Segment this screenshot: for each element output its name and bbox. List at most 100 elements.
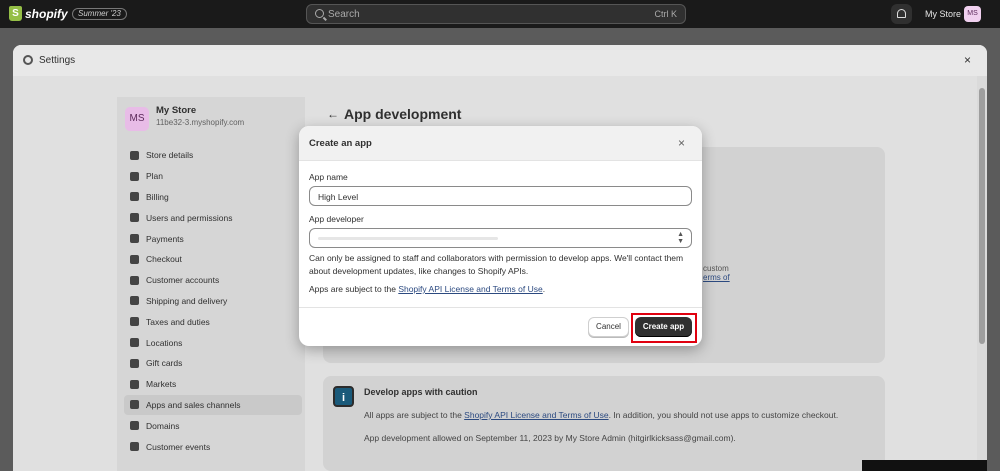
sidebar-item-label: Markets [146,379,177,390]
settings-title: Settings [39,55,76,66]
domain-icon [130,421,139,431]
bottom-strip [862,460,987,471]
app-developer-label: App developer [309,214,364,224]
close-settings-button[interactable]: × [964,53,971,67]
terms-prefix: Apps are subject to the [309,284,399,294]
cart-icon [130,254,139,264]
sidebar-item-label: Customer events [146,441,211,452]
gift-card-icon [130,358,139,368]
sidebar-item-users-and-permissions[interactable]: Users and permissions [124,207,302,228]
card-text-fragment: custom [703,264,729,273]
sidebar-item-payments[interactable]: Payments [124,228,302,249]
caution-card: i Develop apps with caution All apps are… [323,376,885,471]
caution-allowed-text: App development allowed on September 11,… [364,433,736,443]
events-icon [130,442,139,452]
scrollbar[interactable] [977,76,987,471]
sidebar-item-billing[interactable]: Billing [124,187,302,208]
customer-icon [130,275,139,285]
top-bar: S shopify Summer '23 Search Ctrl K My St… [0,0,1000,28]
sidebar-item-label: Customer accounts [146,275,220,286]
search-placeholder: Search [328,9,360,20]
sidebar-item-label: Users and permissions [146,212,233,223]
card-link-fragment[interactable]: erms of [703,273,730,282]
caution-text-suffix: . In addition, you should not use apps t… [608,410,839,420]
sidebar-item-label: Payments [146,233,184,244]
sidebar-item-label: Taxes and duties [146,316,210,327]
create-app-button[interactable]: Create app [635,317,692,337]
redacted-value [318,237,498,240]
app-name-label: App name [309,172,348,182]
terms-link[interactable]: Shopify API License and Terms of Use [398,284,542,294]
developer-help-text: Can only be assigned to staff and collab… [309,253,684,276]
gear-icon [23,55,33,65]
payments-icon [130,234,139,244]
sidebar-item-label: Billing [146,191,169,202]
apps-icon [130,400,139,410]
store-avatar: MS [125,107,149,131]
caution-text-prefix: All apps are subject to the [364,410,465,420]
sidebar-item-label: Domains [146,420,180,431]
scroll-thumb[interactable] [979,88,985,344]
terms-suffix: . [542,284,546,294]
settings-sidebar: MS My Store 11be32-3.myshopify.com Store… [117,97,305,471]
shopify-bag-icon: S [9,6,22,21]
edition-badge: Summer '23 [72,8,127,20]
settings-header: Settings × [13,45,987,76]
sidebar-item-apps-and-sales-channels[interactable]: Apps and sales channels [124,394,302,416]
sidebar-item-checkout[interactable]: Checkout [124,249,302,270]
caution-text: All apps are subject to the Shopify API … [364,410,838,420]
taxes-icon [130,317,139,327]
sidebar-item-label: Gift cards [146,358,183,369]
app-developer-select[interactable]: ▲ ▼ [309,228,692,248]
app-name-input[interactable]: High Level [309,186,692,206]
sidebar-item-markets[interactable]: Markets [124,374,302,395]
sidebar-item-domains[interactable]: Domains [124,415,302,436]
search-shortcut: Ctrl K [654,9,678,19]
sidebar-item-label: Plan [146,171,164,182]
avatar: MS [964,6,981,22]
shopify-logo[interactable]: S shopify [9,6,68,21]
store-name: My Store [156,105,197,116]
notifications-button[interactable] [891,4,912,24]
api-license-link[interactable]: Shopify API License and Terms of Use [464,410,608,420]
sidebar-item-label: Locations [146,337,183,348]
modal-title: Create an app [309,138,372,149]
users-icon [130,213,139,223]
sidebar-item-locations[interactable]: Locations [124,332,302,353]
truck-icon [130,296,139,306]
store-icon [130,150,139,160]
store-menu-label: My Store [925,9,962,19]
sidebar-item-label: Store details [146,150,194,161]
logo-text: shopify [25,6,68,21]
close-icon[interactable]: × [678,136,685,150]
sidebar-item-label: Checkout [146,254,182,265]
sidebar-item-customer-events[interactable]: Customer events [124,436,302,457]
location-icon [130,338,139,348]
sidebar-item-shipping-and-delivery[interactable]: Shipping and delivery [124,291,302,312]
create-app-modal: Create an app × App name High Level App … [299,126,702,346]
sidebar-item-store-details[interactable]: Store details [124,145,302,166]
plan-icon [130,171,139,181]
sidebar-item-plan[interactable]: Plan [124,166,302,187]
page-title: App development [344,106,462,122]
sidebar-item-customer-accounts[interactable]: Customer accounts [124,270,302,291]
cancel-button[interactable]: Cancel [588,317,629,337]
modal-header: Create an app × [299,126,702,161]
search-icon [315,9,324,18]
sidebar-item-label: Apps and sales channels [146,399,241,410]
sidebar-item-label: Shipping and delivery [146,295,228,306]
caution-title: Develop apps with caution [364,387,478,397]
info-icon: i [333,386,354,407]
globe-icon [130,379,139,389]
billing-icon [130,192,139,202]
modal-footer: Cancel Create app [299,307,702,346]
store-domain: 11be32-3.myshopify.com [156,118,245,127]
sidebar-item-gift-cards[interactable]: Gift cards [124,353,302,374]
bell-icon [897,9,906,18]
sidebar-nav-list: Store details Plan Billing Users and permis… [124,145,302,457]
sidebar-item-taxes-and-duties[interactable]: Taxes and duties [124,311,302,332]
app-name-value: High Level [318,192,359,202]
search-bar[interactable]: Search Ctrl K [306,4,686,24]
back-arrow-icon[interactable]: ← [327,107,339,121]
store-menu-button[interactable]: My Store MS [918,4,986,24]
